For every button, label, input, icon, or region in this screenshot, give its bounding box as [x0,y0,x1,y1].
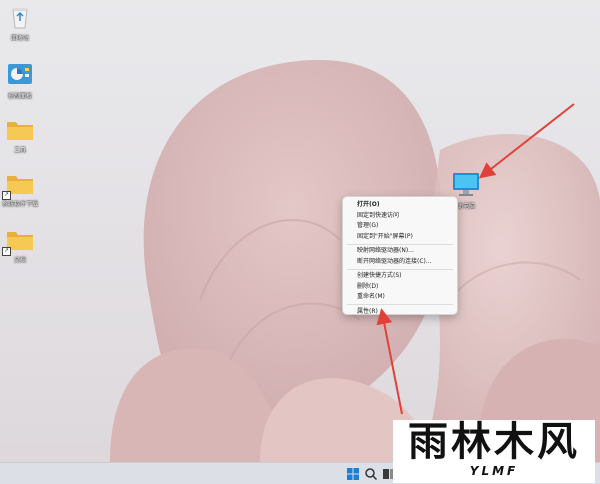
watermark-text: 雨林木风 [408,419,580,465]
arrow-to-this-pc [478,103,575,179]
search-icon[interactable] [364,467,378,481]
windows-start-icon[interactable] [346,467,360,481]
watermark-subtext: YLMF [469,464,519,478]
annotation-arrows [376,103,575,415]
watermark-logo: 雨林木风 YLMF [393,420,595,483]
arrow-to-properties [376,308,403,415]
